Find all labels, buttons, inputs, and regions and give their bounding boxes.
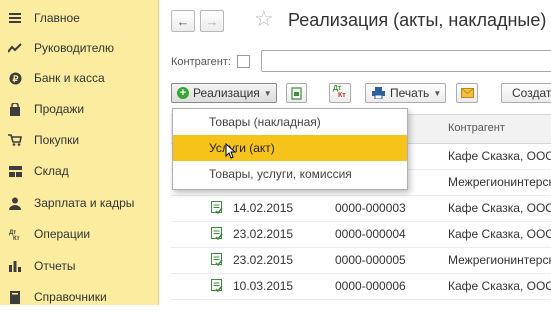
menu-item-goods-services-commission[interactable]: Товары, услуги, комиссия: [173, 161, 407, 187]
trend-icon: [8, 41, 22, 55]
cart-icon: [8, 133, 22, 147]
posted-document-icon: [211, 253, 223, 266]
book-icon: [8, 290, 22, 304]
chevron-down-icon: ▼: [433, 88, 442, 98]
page-title: Реализация (акты, накладные): [288, 10, 547, 30]
sidebar-item-label: Главное: [34, 11, 80, 25]
svg-text:Кт: Кт: [13, 236, 20, 240]
bar-chart-icon: [8, 259, 22, 273]
dt-kt-button[interactable]: Дт Кт: [329, 83, 351, 103]
sidebar-item-label: Банк и касса: [34, 71, 105, 85]
dt-kt-icon: Дт Кт: [333, 85, 346, 99]
sidebar-item-label: Склад: [34, 164, 69, 178]
posted-document-icon: [211, 227, 223, 240]
sidebar-item-operations[interactable]: Дт Кт Операции: [0, 219, 158, 249]
create-button-label: Реализация: [193, 86, 260, 100]
sidebar-item-label: Операции: [34, 227, 91, 241]
row-number: 0000-000004: [335, 227, 406, 241]
posted-document-icon: [211, 279, 223, 292]
print-button[interactable]: Печать ▼: [365, 83, 446, 103]
mouse-pointer-icon: [225, 143, 237, 159]
arrow-left-icon: ←: [176, 13, 190, 29]
sidebar-item-label: Зарплата и кадры: [34, 196, 135, 210]
counterparty-filter-input[interactable]: [261, 50, 551, 72]
sidebar-item-sales[interactable]: Продажи: [0, 94, 158, 124]
sidebar-item-salary[interactable]: Зарплата и кадры: [0, 188, 158, 218]
envelope-icon: [460, 88, 474, 98]
menu-item-label: Товары, услуги, комиссия: [209, 167, 352, 181]
row-date: 23.02.2015: [233, 227, 294, 241]
bag-icon: [8, 102, 22, 116]
sidebar-item-directories[interactable]: Справочники: [0, 282, 158, 312]
printer-icon: [372, 87, 385, 99]
table-row[interactable]: 10.03.2015 0000-000006 Кафе Сказка, ООО: [171, 273, 551, 300]
favorite-star-icon[interactable]: ☆: [254, 6, 274, 32]
svg-text:₽: ₽: [12, 74, 18, 84]
create-dropdown-menu: Товары (накладная) Услуги (акт) Товары, …: [172, 108, 408, 190]
row-counterparty: Кафе Сказка, ООО: [448, 227, 551, 241]
email-button[interactable]: [456, 83, 478, 103]
row-counterparty: Кафе Сказка, ООО: [448, 201, 551, 215]
create-based-on-button[interactable]: Создат: [501, 83, 551, 103]
sidebar-item-label: Руководителю: [34, 41, 115, 55]
row-number: 0000-000006: [335, 279, 406, 293]
row-counterparty: Межрегионинтерсна: [448, 175, 551, 189]
create-realization-button[interactable]: + Реализация ▼: [171, 83, 277, 103]
sidebar-item-reports[interactable]: Отчеты: [0, 251, 158, 281]
sidebar: Главное Руководителю ₽ Банк и касса Прод…: [0, 0, 159, 305]
menu-item-label: Товары (накладная): [209, 115, 321, 129]
coin-icon: ₽: [8, 71, 22, 85]
menu-item-goods-invoice[interactable]: Товары (накладная): [173, 109, 407, 135]
row-counterparty: Кафе Сказка, ООО: [448, 279, 551, 293]
forward-button[interactable]: →: [200, 10, 224, 32]
copy-doc-icon: [291, 86, 302, 100]
row-date: 10.03.2015: [233, 279, 294, 293]
table-row[interactable]: 23.02.2015 0000-000004 Кафе Сказка, ООО: [171, 221, 551, 248]
menu-item-services-act[interactable]: Услуги (акт): [173, 135, 407, 161]
table-row[interactable]: 14.02.2015 0000-000003 Кафе Сказка, ООО: [171, 195, 551, 222]
operations-icon: Дт Кт: [8, 227, 22, 241]
filter-label: Контрагент:: [171, 56, 231, 68]
menu-icon: [8, 11, 22, 25]
copy-button[interactable]: [286, 83, 307, 103]
sidebar-item-manager[interactable]: Руководителю: [0, 33, 158, 63]
row-number: 0000-000005: [335, 253, 406, 267]
row-counterparty: Межрегионинтерсна: [448, 253, 551, 267]
person-icon: [8, 196, 22, 210]
plus-icon: +: [177, 87, 189, 99]
sidebar-item-purchases[interactable]: Покупки: [0, 125, 158, 155]
posted-document-icon: [211, 201, 223, 214]
print-button-label: Печать: [390, 86, 430, 100]
row-date: 23.02.2015: [233, 253, 294, 267]
sidebar-item-label: Справочники: [34, 290, 107, 304]
table-row[interactable]: 23.02.2015 0000-000005 Межрегионинтерсна: [171, 247, 551, 274]
sidebar-item-warehouse[interactable]: Склад: [0, 156, 158, 186]
row-number: 0000-000003: [335, 201, 406, 215]
menu-item-label: Услуги (акт): [209, 141, 275, 155]
filter-checkbox[interactable]: [237, 55, 250, 68]
chevron-down-icon: ▼: [263, 88, 272, 98]
column-header-counterparty[interactable]: Контрагент: [448, 122, 505, 134]
sidebar-item-label: Продажи: [34, 102, 85, 116]
sidebar-item-label: Покупки: [34, 133, 80, 147]
create-based-on-label: Создат: [512, 86, 551, 100]
sidebar-item-label: Отчеты: [34, 259, 76, 273]
row-date: 14.02.2015: [233, 201, 294, 215]
arrow-right-icon: →: [205, 13, 219, 29]
back-button[interactable]: ←: [171, 10, 195, 32]
sidebar-item-main[interactable]: Главное: [0, 3, 158, 33]
sidebar-item-bank[interactable]: ₽ Банк и касса: [0, 63, 158, 93]
warehouse-icon: [8, 164, 22, 178]
row-counterparty: Кафе Сказка, ООО: [448, 149, 551, 163]
